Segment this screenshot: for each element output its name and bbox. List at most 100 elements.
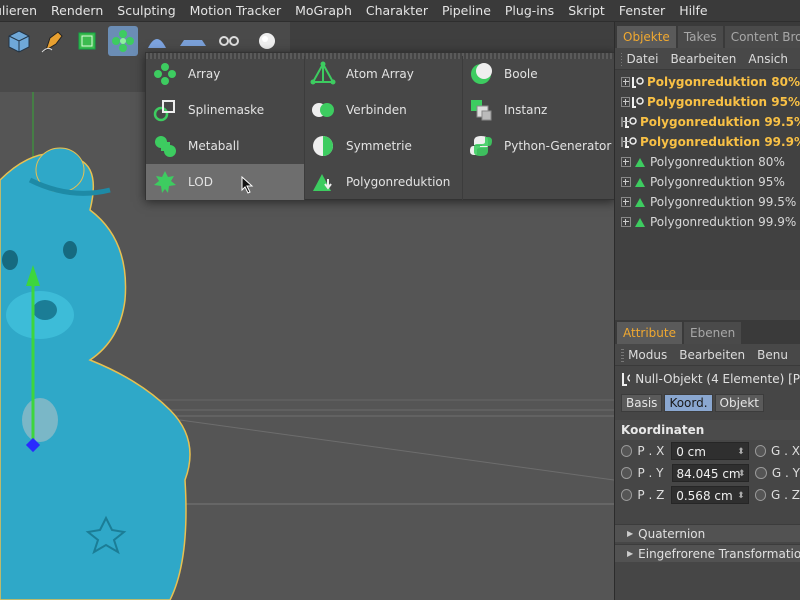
- popup-column-1: Array Splinemaske Metaball LOD: [146, 56, 304, 200]
- expand-icon[interactable]: [621, 117, 629, 127]
- animate-radio[interactable]: [754, 445, 767, 457]
- popup-item-atom-array[interactable]: Atom Array: [304, 56, 462, 92]
- menu-sculpting[interactable]: Sculpting: [110, 3, 182, 18]
- popup-item-boole[interactable]: Boole: [462, 56, 620, 92]
- null-object-icon: [625, 135, 637, 149]
- menu-fenster[interactable]: Fenster: [612, 3, 672, 18]
- popup-item-metaball[interactable]: Metaball: [146, 128, 304, 164]
- cube-icon: [8, 30, 30, 53]
- tab-attribute[interactable]: Attribute: [617, 322, 682, 344]
- koord-button[interactable]: Koord.: [664, 394, 713, 412]
- object-row[interactable]: Polygonreduktion 95%: [615, 172, 800, 192]
- quaternion-group[interactable]: ▶ Quaternion: [615, 524, 800, 542]
- expand-icon[interactable]: [621, 157, 631, 167]
- menu-mograph[interactable]: MoGraph: [288, 3, 359, 18]
- popup-item-lod[interactable]: LOD: [146, 164, 304, 200]
- menu-simulieren[interactable]: ulieren: [0, 3, 44, 18]
- object-name: Polygonreduktion 99.5%: [650, 195, 797, 209]
- basis-button[interactable]: Basis: [621, 394, 663, 412]
- coord-g-label: G . X: [771, 444, 800, 458]
- pen-tool-button[interactable]: [38, 26, 68, 56]
- menu-charakter[interactable]: Charakter: [359, 3, 435, 18]
- object-row[interactable]: Polygonreduktion 99.5%: [615, 192, 800, 212]
- bear-model[interactable]: [0, 147, 191, 600]
- tab-ebenen[interactable]: Ebenen: [684, 322, 742, 344]
- expand-icon[interactable]: [621, 217, 631, 227]
- animate-radio[interactable]: [621, 467, 633, 479]
- menu-bearbeiten[interactable]: Bearbeiten: [679, 348, 745, 362]
- popup-column-3: Boole Instanz Python-Generator: [462, 56, 620, 164]
- popup-item-splinemaske[interactable]: Splinemaske: [146, 92, 304, 128]
- menu-hilfe[interactable]: Hilfe: [672, 3, 714, 18]
- menu-ansicht[interactable]: Ansich: [748, 52, 788, 66]
- cube-tool-button[interactable]: [4, 26, 34, 56]
- object-row[interactable]: Polygonreduktion 99.5%: [615, 112, 800, 132]
- menu-plugins[interactable]: Plug-ins: [498, 3, 561, 18]
- menu-motion-tracker[interactable]: Motion Tracker: [183, 3, 288, 18]
- menu-skript[interactable]: Skript: [561, 3, 612, 18]
- triangle-right-icon: ▶: [627, 549, 634, 558]
- popup-item-label: Instanz: [504, 103, 548, 117]
- coord-row-px: P . X 0 cm G . X: [615, 440, 800, 462]
- animate-radio[interactable]: [621, 489, 633, 501]
- menu-modus[interactable]: Modus: [628, 348, 667, 362]
- popup-item-label: Boole: [504, 67, 538, 81]
- grip-handle[interactable]: [621, 347, 625, 362]
- popup-item-verbinden[interactable]: Verbinden: [304, 92, 462, 128]
- popup-item-polygonreduktion[interactable]: Polygonreduktion: [304, 164, 462, 200]
- object-name: Polygonreduktion 99.5%: [640, 115, 800, 129]
- python-icon: [466, 131, 496, 161]
- tab-objekte[interactable]: Objekte: [617, 26, 676, 48]
- popup-item-python-generator[interactable]: Python-Generator: [462, 128, 620, 164]
- section-koordinaten: Koordinaten: [615, 420, 800, 440]
- position-z-field[interactable]: 0.568 cm: [671, 486, 749, 505]
- expand-icon[interactable]: [621, 97, 630, 107]
- expand-icon[interactable]: [621, 197, 631, 207]
- popup-item-instanz[interactable]: Instanz: [462, 92, 620, 128]
- menu-benutzer[interactable]: Benu: [757, 348, 788, 362]
- grip-handle[interactable]: [621, 51, 623, 66]
- animate-radio[interactable]: [621, 445, 633, 457]
- popup-column-2: Atom Array Verbinden Symmetrie Polygonre…: [304, 56, 462, 200]
- array-generators-button[interactable]: [108, 26, 138, 56]
- coord-g-label: G . Z: [771, 488, 800, 502]
- object-name: Polygonreduktion 99.9%: [650, 215, 797, 229]
- popup-item-label: Polygonreduktion: [346, 175, 451, 189]
- null-object-icon: [631, 75, 644, 89]
- menu-rendern[interactable]: Rendern: [44, 3, 110, 18]
- coord-row-pz: P . Z 0.568 cm G . Z: [615, 484, 800, 506]
- array-icon: [150, 59, 180, 89]
- attributes-menu-bar: Modus Bearbeiten Benu: [615, 344, 800, 366]
- tab-takes[interactable]: Takes: [677, 26, 723, 48]
- object-row[interactable]: Polygonreduktion 99.9%: [615, 212, 800, 232]
- right-panel: Objekte Takes Content Brow Datei Bearbei…: [614, 22, 800, 600]
- metaball-icon: [150, 131, 180, 161]
- menu-datei[interactable]: Datei: [626, 52, 658, 66]
- attribute-buttons: Basis Koord. Objekt: [615, 392, 800, 414]
- animate-radio[interactable]: [755, 467, 767, 479]
- lod-icon: [150, 167, 180, 197]
- object-row[interactable]: Polygonreduktion 80%: [615, 152, 800, 172]
- boole-icon: [466, 59, 496, 89]
- object-row[interactable]: Polygonreduktion 80%: [615, 72, 800, 92]
- tab-content-browser[interactable]: Content Brow: [724, 26, 800, 48]
- expand-icon[interactable]: [621, 137, 629, 147]
- position-x-field[interactable]: 0 cm: [671, 442, 749, 461]
- expand-icon[interactable]: [621, 77, 630, 87]
- attributes-tabs: Attribute Ebenen: [615, 320, 800, 344]
- menu-pipeline[interactable]: Pipeline: [435, 3, 498, 18]
- position-y-field[interactable]: 84.045 cm: [671, 464, 750, 483]
- subdivision-tool-button[interactable]: [72, 26, 102, 56]
- popup-item-label: LOD: [188, 175, 213, 189]
- expand-icon[interactable]: [621, 177, 631, 187]
- popup-item-array[interactable]: Array: [146, 56, 304, 92]
- objekt-button[interactable]: Objekt: [714, 394, 764, 412]
- animate-radio[interactable]: [754, 489, 767, 501]
- object-row[interactable]: Polygonreduktion 99.9%: [615, 132, 800, 152]
- frozen-transformation-group[interactable]: ▶ Eingefrorene Transformation: [615, 544, 800, 562]
- object-row[interactable]: Polygonreduktion 95%: [615, 92, 800, 112]
- popup-item-symmetrie[interactable]: Symmetrie: [304, 128, 462, 164]
- menu-bearbeiten[interactable]: Bearbeiten: [670, 52, 736, 66]
- popup-item-label: Splinemaske: [188, 103, 265, 117]
- popup-item-label: Array: [188, 67, 221, 81]
